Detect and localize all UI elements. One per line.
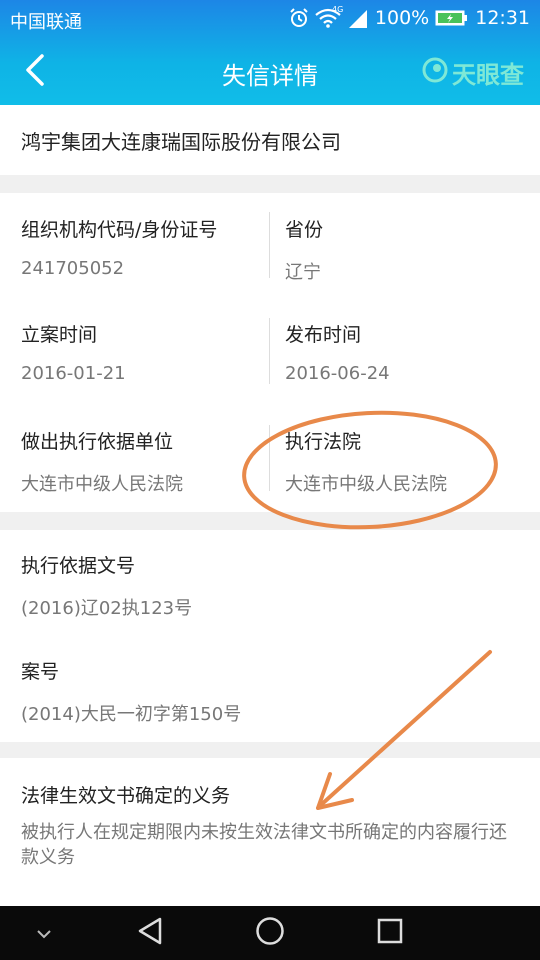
case-no-value: (2014)大民一初字第150号 [21, 704, 242, 725]
signal-icon [347, 8, 369, 28]
section-divider [0, 175, 540, 193]
publish-date-value: 2016-06-24 [285, 363, 390, 384]
column-divider [269, 212, 270, 278]
org-code-value: 241705052 [21, 258, 125, 279]
company-name: 鸿宇集团大连康瑞国际股份有限公司 [21, 129, 341, 154]
court-field: 执行法院 大连市中级人民法院 [285, 427, 447, 496]
section-divider [0, 742, 540, 758]
org-code-label: 组织机构代码/身份证号 [21, 219, 218, 241]
alarm-icon [289, 8, 309, 28]
nav-home-button[interactable] [248, 906, 292, 960]
home-circle-icon [255, 916, 285, 950]
basis-unit-value: 大连市中级人民法院 [21, 474, 183, 495]
duty-label: 法律生效文书确定的义务 [21, 785, 231, 807]
basis-doc-label: 执行依据文号 [21, 555, 136, 577]
column-divider [269, 318, 270, 384]
filing-date-label: 立案时间 [21, 324, 98, 346]
duty-value: 被执行人在规定期限内未按生效法律文书所确定的内容履行还款义务 [21, 822, 507, 868]
brand-logo: 天眼查 [422, 55, 524, 90]
case-no-label: 案号 [21, 661, 60, 683]
case-no-field: 案号 (2014)大民一初字第150号 [21, 657, 241, 726]
status-icons: 100% 12:31 [289, 6, 530, 30]
nav-back-button[interactable] [128, 906, 172, 960]
filing-date-value: 2016-01-21 [21, 363, 126, 384]
basis-unit-field: 做出执行依据单位 大连市中级人民法院 [21, 427, 183, 496]
court-label: 执行法院 [285, 431, 362, 453]
carrier-name: 中国联通 [10, 12, 82, 33]
brand-name: 天眼查 [452, 61, 524, 89]
section-divider [0, 512, 540, 530]
system-nav-bar [0, 906, 540, 960]
hide-nav-button[interactable] [24, 906, 64, 960]
back-triangle-icon [137, 917, 163, 949]
chevron-down-icon [36, 924, 52, 943]
province-field: 省份 辽宁 [285, 215, 323, 284]
clock: 12:31 [475, 7, 530, 29]
app-header: 中国联通 4G 100% 12:31 失信详情 天眼查 [0, 0, 540, 105]
duty-field: 法律生效文书确定的义务 被执行人在规定期限内未按生效法律文书所确定的内容履行还款… [21, 781, 521, 870]
basis-doc-field: 执行依据文号 (2016)辽02执123号 [21, 551, 192, 620]
nav-recents-button[interactable] [368, 906, 412, 960]
title-bar: 失信详情 天眼查 [0, 38, 540, 105]
tianyancha-logo-icon [422, 57, 448, 89]
column-divider [269, 425, 270, 491]
publish-date-field: 发布时间 2016-06-24 [285, 320, 390, 384]
basis-doc-value: (2016)辽02执123号 [21, 598, 193, 619]
recents-square-icon [377, 918, 403, 948]
filing-date-field: 立案时间 2016-01-21 [21, 320, 126, 384]
province-value: 辽宁 [285, 262, 321, 283]
publish-date-label: 发布时间 [285, 324, 362, 346]
org-code-field: 组织机构代码/身份证号 241705052 [21, 215, 217, 279]
province-label: 省份 [285, 219, 324, 241]
battery-percent: 100% [374, 7, 430, 29]
wifi-icon [315, 8, 341, 28]
status-bar: 中国联通 4G 100% 12:31 [0, 0, 540, 38]
court-value: 大连市中级人民法院 [285, 474, 447, 495]
battery-charging-icon [435, 9, 469, 27]
basis-unit-label: 做出执行依据单位 [21, 431, 174, 453]
